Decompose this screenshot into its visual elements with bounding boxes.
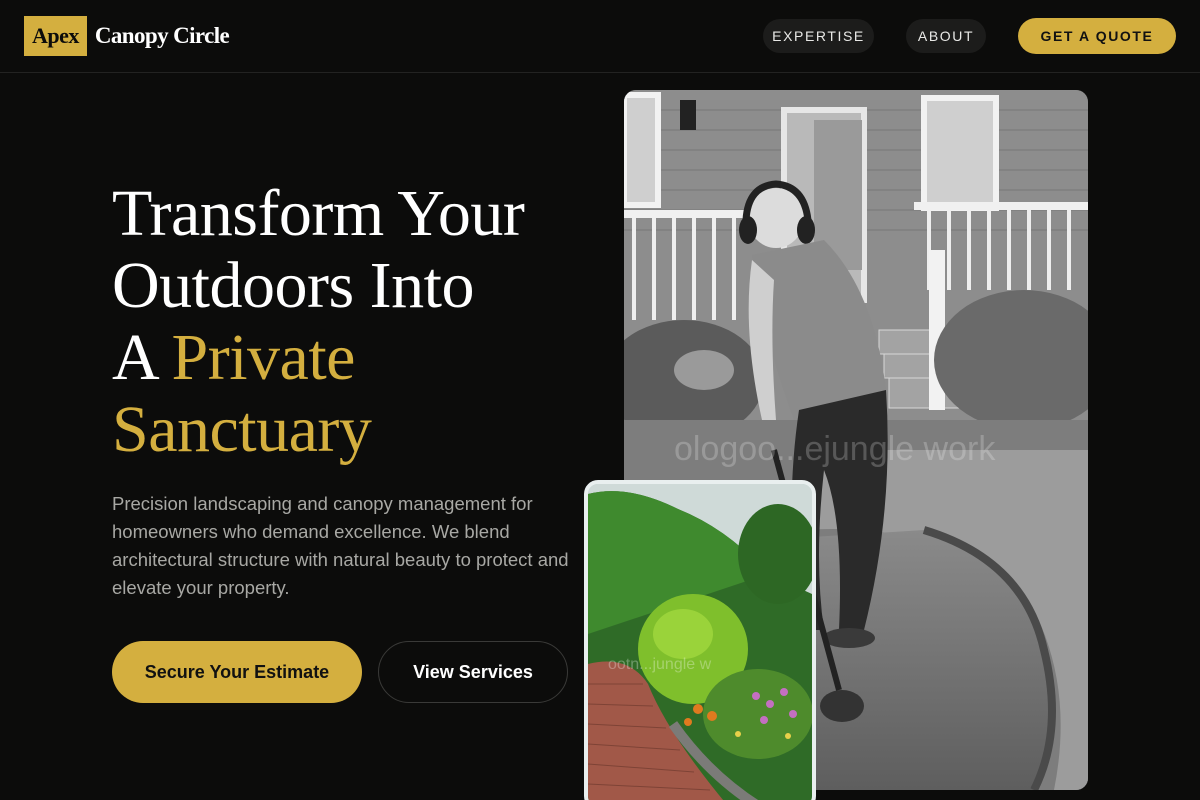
headline-accent-private: Private (171, 321, 356, 394)
hero-description: Precision landscaping and canopy managem… (112, 493, 569, 598)
headline-line-2: Outdoors Into (112, 249, 474, 322)
hero-headline: Transform Your Outdoors Into A Private S… (112, 178, 592, 466)
logo-mark: Apex (24, 16, 87, 56)
get-quote-button[interactable]: GET A QUOTE (1018, 18, 1176, 54)
headline-line-3: A (112, 321, 172, 394)
garden-path-illustration: ootn...jungle w (588, 484, 812, 800)
secure-estimate-button[interactable]: Secure Your Estimate (112, 641, 362, 703)
logo-text: Canopy Circle (94, 23, 230, 48)
logo[interactable]: Apex Canopy Circle (24, 16, 230, 56)
nav-expertise-link[interactable]: EXPERTISE (763, 19, 874, 53)
site-header: Apex Canopy Circle EXPERTISE ABOUT GET A… (0, 0, 1200, 73)
view-services-button[interactable]: View Services (378, 641, 568, 703)
garden-path-photo: ootn...jungle w (584, 480, 816, 800)
svg-text:ologoo...ejungle work: ologoo...ejungle work (674, 430, 996, 468)
nav-about-link[interactable]: ABOUT (906, 19, 986, 53)
headline-line-1: Transform Your (112, 177, 525, 250)
landing-page: Apex Canopy Circle EXPERTISE ABOUT GET A… (0, 0, 1200, 800)
headline-accent-sanctuary: Sanctuary (112, 393, 372, 466)
svg-text:ootn...jungle w: ootn...jungle w (608, 656, 712, 673)
